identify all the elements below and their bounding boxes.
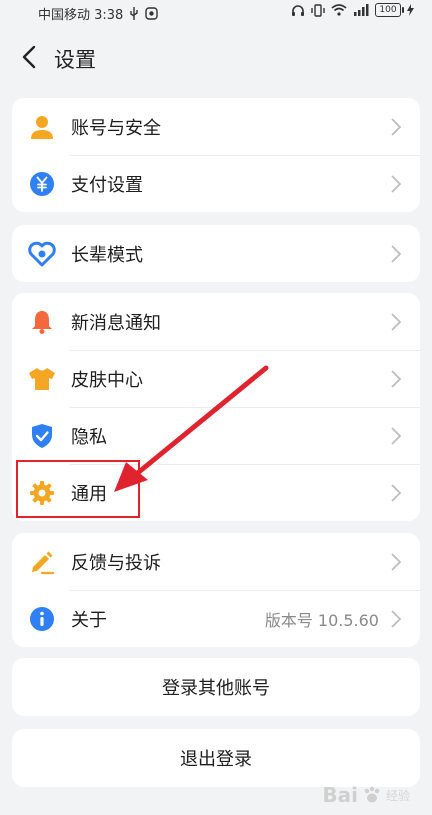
settings-item-label: 隐私 (71, 426, 107, 448)
watermark-brand: Bai (322, 783, 358, 807)
settings-item-label: 新消息通知 (71, 312, 161, 334)
settings-item-label: 反馈与投诉 (71, 552, 161, 574)
chevron-right-icon (390, 312, 402, 332)
headphones-icon (291, 4, 305, 17)
watermark-suffix: 经验 (385, 788, 410, 803)
settings-item-about[interactable]: 关于 版本号 10.5.60 (12, 590, 420, 647)
signal-4g-icon (353, 4, 369, 16)
chevron-right-icon (390, 369, 402, 389)
settings-item-skin-center[interactable]: 皮肤中心 (12, 350, 420, 407)
settings-item-payment[interactable]: 支付设置 (12, 155, 420, 212)
back-arrow-icon (22, 45, 36, 69)
chevron-right-icon (390, 609, 402, 629)
settings-item-label: 长辈模式 (71, 244, 143, 266)
page-title: 设置 (54, 48, 96, 72)
paw-icon (362, 785, 382, 805)
chevron-right-icon (390, 426, 402, 446)
yuan-icon (28, 170, 56, 198)
pencil-icon (28, 548, 56, 576)
back-button[interactable] (14, 42, 44, 72)
title-bar: 设置 (0, 36, 432, 80)
settings-group-about: 反馈与投诉 关于 版本号 10.5.60 (12, 533, 420, 647)
chevron-right-icon (390, 174, 402, 194)
settings-item-elder-mode[interactable]: 长辈模式 (12, 225, 420, 282)
settings-item-label: 账号与安全 (71, 117, 161, 139)
settings-item-feedback[interactable]: 反馈与投诉 (12, 533, 420, 590)
info-icon (28, 605, 56, 633)
shield-icon (28, 422, 56, 450)
settings-item-account-security[interactable]: 账号与安全 (12, 98, 420, 155)
switch-account-button[interactable]: 登录其他账号 (12, 658, 420, 716)
status-bar: 中国移动 3:38 100 (0, 0, 432, 24)
battery-indicator: 100 (375, 3, 404, 17)
chevron-right-icon (390, 117, 402, 137)
settings-item-label: 支付设置 (71, 174, 143, 196)
vibrate-icon (311, 3, 325, 17)
version-value: 版本号 10.5.60 (264, 610, 379, 630)
settings-group-elder: 长辈模式 (12, 225, 420, 282)
wifi-icon (331, 4, 347, 16)
logout-button[interactable]: 退出登录 (12, 729, 420, 787)
app-notification-icon (145, 7, 159, 20)
shirt-icon (28, 365, 56, 393)
settings-item-label: 关于 (71, 609, 107, 631)
settings-item-notifications[interactable]: 新消息通知 (12, 293, 420, 350)
usb-icon (129, 7, 139, 20)
carrier-time: 中国移动 3:38 (38, 8, 124, 23)
settings-group-account: 账号与安全 支付设置 (12, 98, 420, 212)
charging-icon (407, 4, 414, 16)
chevron-right-icon (390, 244, 402, 264)
bell-icon (28, 308, 56, 336)
settings-item-label: 皮肤中心 (71, 369, 143, 391)
annotation-highlight-box (16, 460, 140, 518)
chevron-right-icon (390, 552, 402, 572)
watermark: Bai 经验 (322, 783, 410, 807)
person-icon (28, 113, 56, 141)
heart-icon (28, 240, 56, 268)
chevron-right-icon (390, 483, 402, 503)
settings-item-privacy[interactable]: 隐私 (12, 407, 420, 464)
